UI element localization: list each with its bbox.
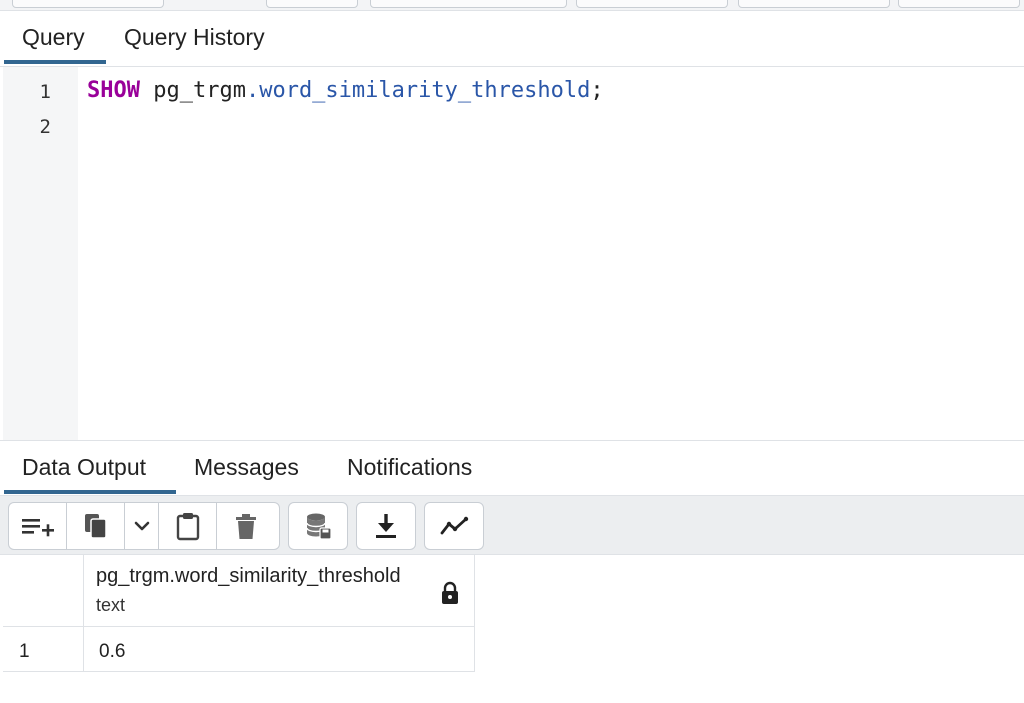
save-data-button[interactable] xyxy=(289,503,347,549)
cell-value: 0.6 xyxy=(99,641,126,662)
row-number-header[interactable] xyxy=(3,555,84,627)
query-tabbar: Query Query History xyxy=(0,11,1024,67)
graph-visualiser-button[interactable] xyxy=(425,503,483,549)
grid-empty-area xyxy=(0,672,1024,703)
column-name: pg_trgm.word_similarity_threshold xyxy=(96,565,401,587)
copy-options-button[interactable] xyxy=(125,503,159,549)
line-number: 1 xyxy=(39,81,51,103)
sql-keyword: SHOW xyxy=(87,78,140,103)
tab-messages[interactable]: Messages xyxy=(176,441,317,494)
edit-button-group xyxy=(8,502,280,550)
paste-icon xyxy=(176,513,199,541)
line-number: 2 xyxy=(39,116,51,138)
code-line-1[interactable]: SHOW pg_trgm.word_similarity_threshold; xyxy=(87,78,604,103)
sql-editor[interactable]: 1 2 SHOW pg_trgm.word_similarity_thresho… xyxy=(3,67,1024,440)
add-row-icon xyxy=(21,519,54,537)
toolbar-group-3[interactable] xyxy=(370,0,567,8)
tab-notifications[interactable]: Notifications xyxy=(329,441,490,494)
toolbar-group-2[interactable] xyxy=(266,0,358,8)
save-button-group xyxy=(288,502,348,550)
tab-query[interactable]: Query xyxy=(4,11,106,64)
sql-terminator: ; xyxy=(590,78,604,103)
sql-setting-name: word_similarity_threshold xyxy=(259,78,591,103)
delete-icon xyxy=(236,514,256,539)
copy-options-chevron-icon xyxy=(134,521,149,531)
copy-icon xyxy=(84,514,107,539)
row-number-cell[interactable]: 1 xyxy=(3,627,84,672)
download-button[interactable] xyxy=(357,503,415,549)
graph-button-group xyxy=(424,502,484,550)
graph-icon xyxy=(440,516,469,535)
download-icon xyxy=(376,514,396,538)
data-output-toolbar xyxy=(0,495,1024,555)
toolbar-group-6[interactable] xyxy=(898,0,1020,8)
delete-button[interactable] xyxy=(217,503,275,549)
save-data-icon xyxy=(306,513,332,540)
top-toolbar-strip xyxy=(0,0,1024,11)
sql-schema-name: pg_trgm xyxy=(153,78,246,103)
column-type: text xyxy=(96,595,126,615)
lock-icon xyxy=(442,581,458,604)
add-row-button[interactable] xyxy=(9,503,67,549)
tab-query-history[interactable]: Query History xyxy=(106,11,283,64)
paste-button[interactable] xyxy=(159,503,217,549)
copy-button[interactable] xyxy=(67,503,125,549)
line-number-gutter: 1 2 xyxy=(3,67,78,440)
output-tabbar: Data Output Messages Notifications xyxy=(0,441,1024,495)
sql-dot: . xyxy=(245,78,260,103)
table-cell[interactable]: 0.6 xyxy=(84,627,475,672)
toolbar-group-5[interactable] xyxy=(738,0,890,8)
download-button-group xyxy=(356,502,416,550)
toolbar-group-4[interactable] xyxy=(576,0,728,8)
tab-data-output[interactable]: Data Output xyxy=(4,441,176,494)
column-header[interactable]: pg_trgm.word_similarity_threshold text xyxy=(84,555,475,627)
toolbar-group-1[interactable] xyxy=(12,0,164,8)
row-number: 1 xyxy=(19,641,30,662)
